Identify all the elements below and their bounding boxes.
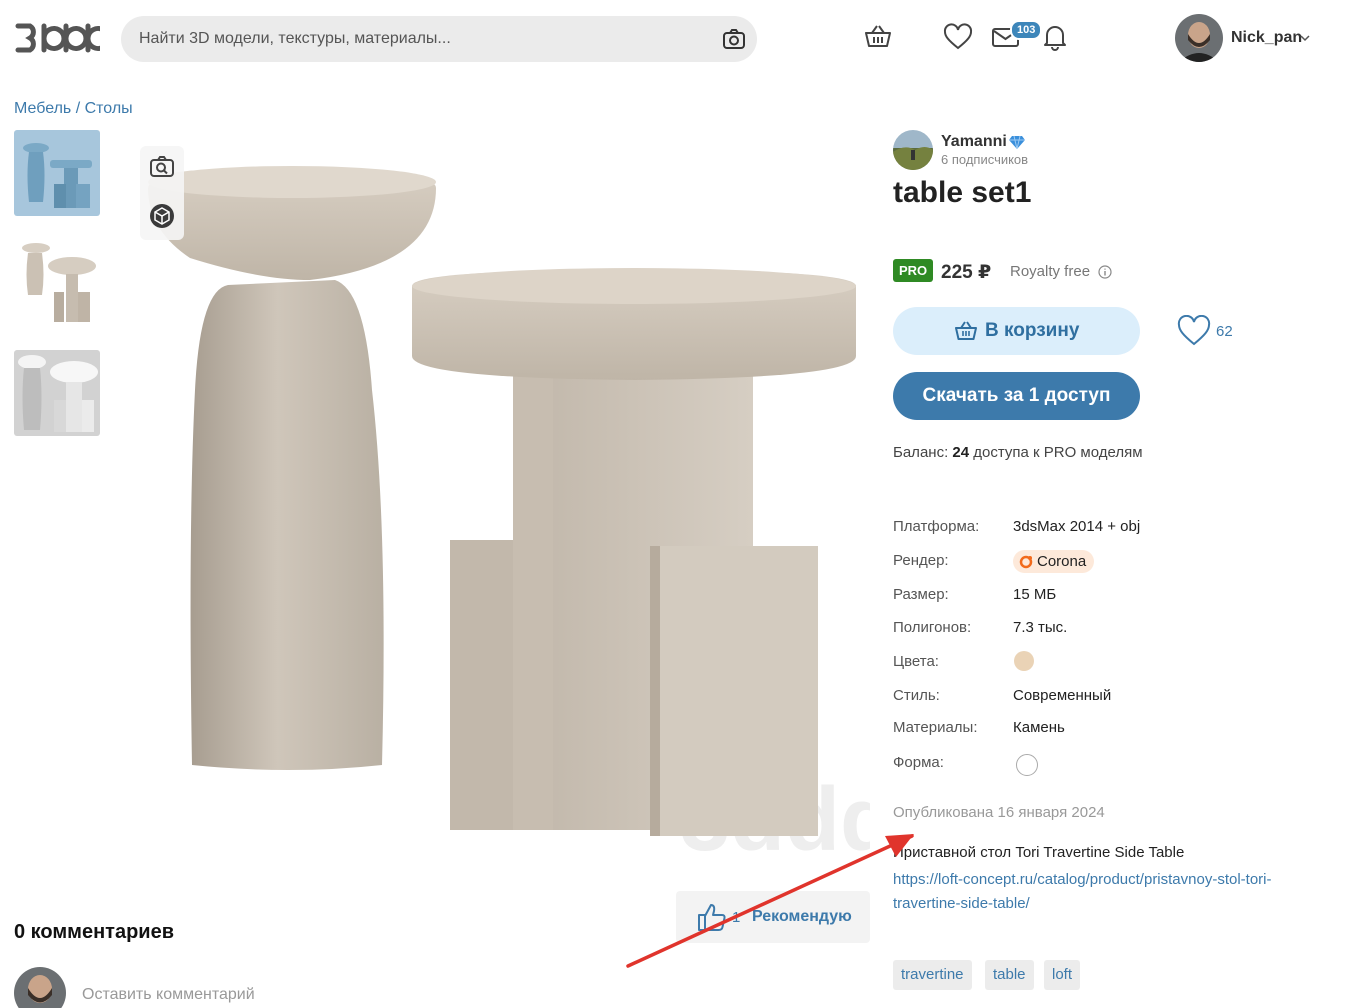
pro-badge: PRO [893,259,934,282]
spec-label-platform: Платформа: [893,518,980,535]
description-text: Приставной стол Tori Travertine Side Tab… [893,844,1185,861]
favorites-heart-icon[interactable] [943,22,973,52]
spec-label-size: Размер: [893,586,949,603]
balance-info: Баланс: 24 доступа к PRO моделям [893,444,1143,461]
spec-label-colors: Цвета: [893,653,939,670]
add-to-cart-button[interactable]: В корзину [893,307,1140,355]
balance-suffix: доступа к PRO моделям [969,444,1143,461]
user-avatar[interactable] [1175,14,1223,62]
balance-prefix: Баланс: [893,444,953,461]
spec-value-size: 15 МБ [1013,586,1057,603]
breadcrumb-tables[interactable]: Столы [85,100,133,117]
corona-logo-icon [1019,555,1033,569]
notifications-bell-icon[interactable] [1040,22,1070,52]
spec-value-materials[interactable]: Камень [1013,719,1065,736]
diamond-icon [1009,135,1025,149]
chevron-down-icon[interactable] [1300,34,1310,42]
thumbnail-travertine-render[interactable] [14,240,100,326]
camera-search-icon[interactable] [721,26,747,52]
download-button[interactable]: Скачать за 1 доступ [893,372,1140,420]
cart-icon[interactable] [863,22,893,52]
spec-label-style: Стиль: [893,687,940,704]
search-bar[interactable]: Найти 3D модели, текстуры, материалы... [121,16,757,62]
username[interactable]: Nick_pan [1231,29,1302,47]
breadcrumb-furniture[interactable]: Мебель [14,100,71,117]
spec-label-render: Рендер: [893,552,949,569]
author-name[interactable]: Yamanni [941,133,1007,151]
balance-count: 24 [952,444,970,461]
breadcrumb: Мебель / Столы [14,100,133,118]
thumbnail-white-render[interactable] [14,350,100,436]
license-type: Royalty free [1010,263,1091,280]
comment-avatar [14,967,66,1008]
publish-date: Опубликована 16 января 2024 [893,804,1105,821]
spec-label-materials: Материалы: [893,719,978,736]
search-input[interactable]: Найти 3D модели, текстуры, материалы... [139,30,451,48]
comments-title: 0 комментариев [14,921,175,943]
author-avatar[interactable] [893,130,933,170]
site-logo[interactable] [14,20,100,56]
zoom-camera-icon[interactable] [146,152,178,182]
tag-table[interactable]: table [985,960,1034,990]
spec-value-style[interactable]: Современный [1013,687,1111,704]
color-swatch[interactable] [1014,651,1034,671]
spec-value-polygons: 7.3 тыс. [1013,619,1068,636]
spec-value-platform: 3dsMax 2014 + obj [1013,518,1141,535]
spec-label-shape: Форма: [893,754,944,771]
spec-label-polygons: Полигонов: [893,619,972,636]
shape-round-icon[interactable] [1016,754,1038,776]
tag-loft[interactable]: loft [1044,960,1081,990]
add-to-cart-label: В корзину [985,320,1080,341]
price: 225 ₽ [941,262,992,283]
render-engine-badge[interactable]: Corona [1013,550,1095,573]
favorites-count: 62 [1216,323,1233,340]
view-tools-panel [140,146,184,240]
cart-icon [955,321,977,340]
annotation-arrow [626,834,914,968]
author-subscribers: 6 подписчиков [941,152,1029,167]
3d-view-cube-icon[interactable] [146,200,178,232]
product-render-image[interactable]: 3ddd [140,130,870,870]
favorite-heart-icon[interactable] [1177,315,1211,347]
thumbnail-blue-render[interactable] [14,130,100,216]
info-icon[interactable] [1098,265,1112,279]
messages-count-badge: 103 [1010,20,1043,40]
comment-input[interactable]: Оставить комментарий [82,986,255,1004]
breadcrumb-separator: / [71,100,85,117]
render-engine-name: Corona [1037,553,1087,570]
model-title: table set1 [893,176,1032,209]
description-link[interactable]: https://loft-concept.ru/catalog/product/… [893,868,1303,916]
